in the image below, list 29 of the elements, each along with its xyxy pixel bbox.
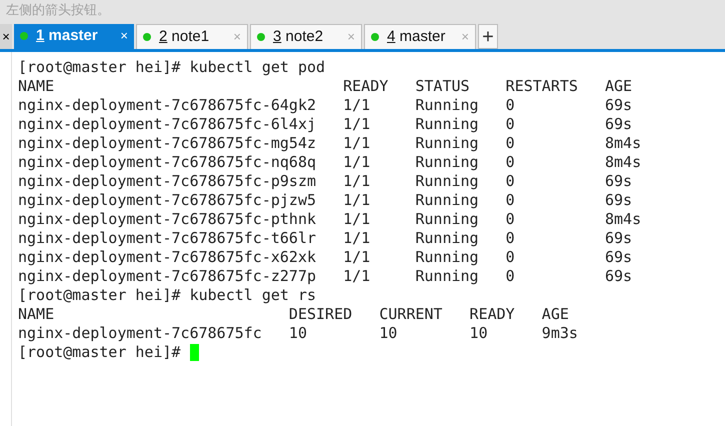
terminal-line: nginx-deployment-7c678675fc-mg54z 1/1 Running 0 8m4s (18, 134, 642, 153)
terminal-line: nginx-deployment-7c678675fc-x62xk 1/1 Running 0 69s (18, 248, 632, 267)
tab[interactable]: 1 master × (14, 23, 134, 49)
tab[interactable]: 4 master × (364, 24, 476, 49)
terminal-line: [root@master hei]# kubectl get rs (18, 286, 316, 305)
tab-label: 4 master (387, 26, 446, 47)
tab[interactable]: 3 note2 × (250, 24, 362, 49)
terminal-line: nginx-deployment-7c678675fc-pjzw5 1/1 Running 0 69s (18, 191, 632, 210)
terminal-line: [root@master hei]# (18, 343, 182, 362)
tab-label: 2 note1 (159, 26, 210, 47)
terminal-line: nginx-deployment-7c678675fc-z277p 1/1 Running 0 69s (18, 267, 632, 286)
terminal-line: nginx-deployment-7c678675fc-pthnk 1/1 Running 0 8m4s (18, 210, 642, 229)
terminal-cursor (190, 344, 199, 361)
tab-close-button[interactable]: × (120, 26, 128, 46)
tab[interactable]: 2 note1 × (136, 24, 248, 49)
terminal-line: [root@master hei]# kubectl get pod (18, 58, 326, 77)
help-text: 左侧的箭头按钮。 (6, 2, 110, 20)
terminal-line: nginx-deployment-7c678675fc-nq68q 1/1 Running 0 8m4s (18, 153, 642, 172)
terminal-line: nginx-deployment-7c678675fc 10 10 10 9m3s (18, 324, 578, 343)
terminal-line: nginx-deployment-7c678675fc-64gk2 1/1 Running 0 69s (18, 96, 632, 115)
terminal-line: nginx-deployment-7c678675fc-p9szm 1/1 Running 0 69s (18, 172, 632, 191)
close-button[interactable]: × (0, 23, 12, 49)
new-tab-button[interactable]: + (478, 24, 498, 49)
terminal-line: nginx-deployment-7c678675fc-6l4xj 1/1 Running 0 69s (18, 115, 632, 134)
tab-label: 3 note2 (273, 26, 324, 47)
terminal-line: NAME DESIRED CURRENT READY AGE (18, 305, 569, 324)
terminal-line: NAME READY STATUS RESTARTS AGE (18, 77, 632, 96)
terminal-line: nginx-deployment-7c678675fc-t66lr 1/1 Running 0 69s (18, 229, 632, 248)
tab-label: 1 master (36, 26, 98, 46)
